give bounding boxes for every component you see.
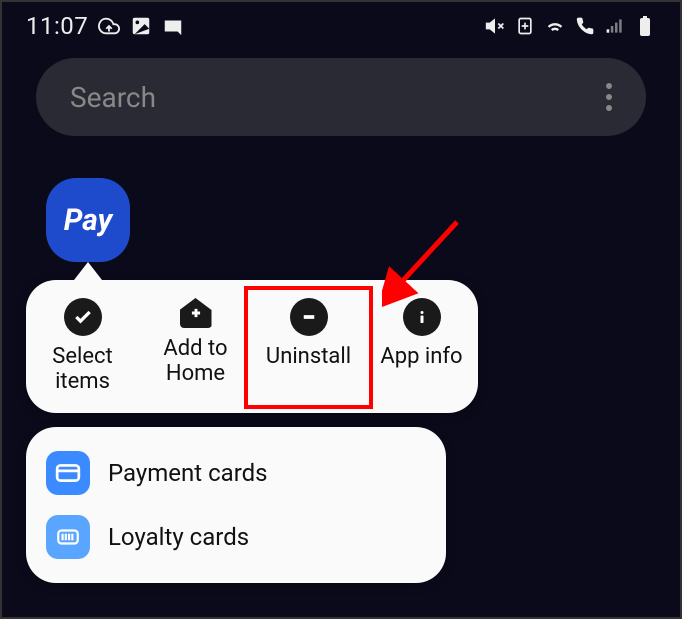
status-bar: 11:07	[2, 2, 680, 50]
info-icon	[403, 298, 441, 336]
check-icon	[64, 298, 102, 336]
status-left: 11:07	[26, 12, 184, 40]
card-icon	[46, 451, 90, 495]
menu-label: App info	[380, 344, 462, 369]
more-options-icon[interactable]	[606, 83, 612, 111]
shortcut-list: Payment cards Loyalty cards	[26, 427, 446, 583]
message-icon	[162, 15, 184, 37]
app-icon-label: Pay	[64, 203, 113, 238]
search-bar[interactable]: Search	[36, 58, 646, 136]
select-items-button[interactable]: Select items	[26, 298, 139, 395]
signal-icon	[604, 15, 626, 37]
data-saver-icon	[514, 15, 536, 37]
status-right	[484, 15, 656, 37]
app-info-button[interactable]: App info	[365, 298, 478, 395]
context-menu: Select items Add to Home Uninstall App i…	[26, 280, 478, 413]
shortcut-label: Loyalty cards	[108, 523, 249, 551]
menu-label: Add to Home	[143, 336, 248, 387]
popup-pointer	[74, 262, 102, 280]
loyalty-cards-shortcut[interactable]: Loyalty cards	[26, 505, 446, 569]
uninstall-button[interactable]: Uninstall	[252, 298, 365, 395]
clock: 11:07	[26, 12, 88, 40]
mute-icon	[484, 15, 506, 37]
menu-label: Select items	[30, 344, 135, 395]
shortcut-label: Payment cards	[108, 459, 268, 487]
samsung-pay-app-icon[interactable]: Pay	[46, 178, 130, 262]
payment-cards-shortcut[interactable]: Payment cards	[26, 441, 446, 505]
cloud-icon	[98, 15, 120, 37]
search-placeholder: Search	[70, 81, 156, 114]
highlight-box	[244, 286, 373, 409]
wifi-calling-icon	[574, 15, 596, 37]
barcode-icon	[46, 515, 90, 559]
image-icon	[130, 15, 152, 37]
wifi-icon	[544, 15, 566, 37]
battery-icon	[634, 15, 656, 37]
home-plus-icon	[180, 298, 212, 328]
add-to-home-button[interactable]: Add to Home	[139, 298, 252, 395]
